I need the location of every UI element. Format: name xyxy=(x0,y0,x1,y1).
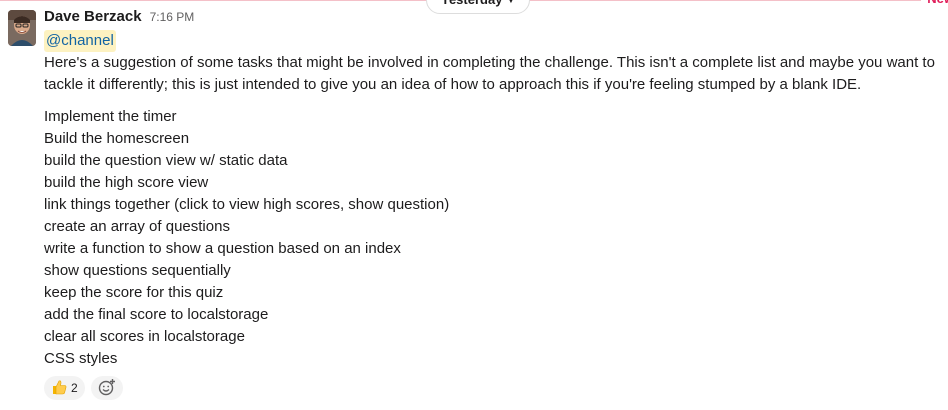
list-item: build the question view w/ static data xyxy=(44,152,288,169)
list-item: link things together (click to view high… xyxy=(44,196,450,213)
list-item: build the high score view xyxy=(44,174,209,191)
list-item: write a function to show a question base… xyxy=(44,240,401,257)
channel-mention[interactable]: @channel xyxy=(44,30,116,52)
message-timestamp[interactable]: 7:16 PM xyxy=(150,10,195,24)
avatar[interactable] xyxy=(8,10,36,46)
add-emoji-icon xyxy=(98,378,116,399)
list-item: add the final score to localstorage xyxy=(44,306,269,323)
avatar-image xyxy=(8,10,36,46)
list-item: clear all scores in localstorage xyxy=(44,328,245,345)
list-item: create an array of questions xyxy=(44,218,230,235)
author-name[interactable]: Dave Berzack xyxy=(44,8,142,25)
thumbs-up-icon xyxy=(51,379,67,398)
list-item: CSS styles xyxy=(44,350,118,367)
message: Dave Berzack 7:16 PM @channel Here's a s… xyxy=(44,8,936,400)
reactions-bar: 2 xyxy=(44,376,936,400)
add-reaction-button[interactable] xyxy=(90,376,123,400)
reaction-thumbs-up[interactable]: 2 xyxy=(44,376,85,400)
list-item: Implement the timer xyxy=(44,108,177,125)
message-header: Dave Berzack 7:16 PM xyxy=(44,8,936,28)
list-item: show questions sequentially xyxy=(44,262,231,279)
list-item: Build the homescreen xyxy=(44,130,190,147)
list-item: keep the score for this quiz xyxy=(44,284,224,301)
message-text: Here's a suggestion of some tasks that m… xyxy=(44,54,935,93)
task-list: Implement the timer Build the homescreen… xyxy=(44,106,936,370)
reaction-count: 2 xyxy=(71,381,78,395)
new-messages-label: New xyxy=(921,0,948,8)
